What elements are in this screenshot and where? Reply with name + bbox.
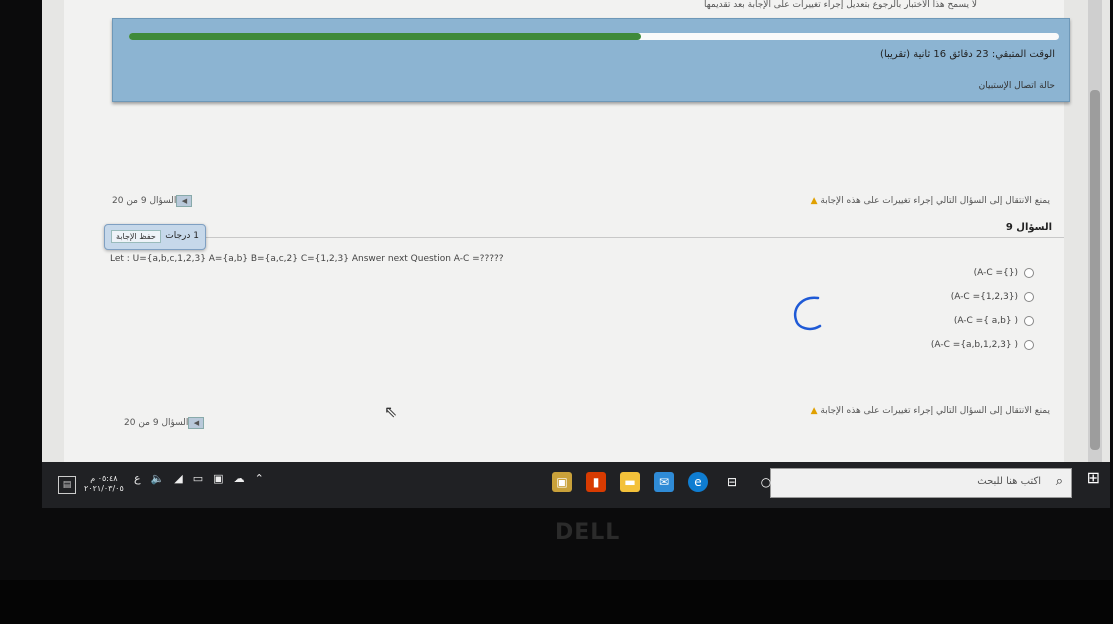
navigation-warning-top: يمنع الانتقال إلى السؤال التالي إجراء تغ… [811, 196, 1050, 206]
edge-browser-icon[interactable]: e [688, 472, 708, 492]
option-2[interactable]: (A-C ={1,2,3}) [951, 292, 1034, 302]
volume-icon[interactable]: 🔈 [151, 472, 165, 485]
quiz-page: لا يسمح هذا الاختبار بالرجوع بتعديل إجرا… [64, 0, 1070, 462]
question-text: Let : U={a,b,c,1,2,3} A={a,b} B={a,c,2} … [110, 254, 504, 264]
option-label: (A-C ={a,b,1,2,3} ) [930, 340, 1018, 350]
question-counter-text: السؤال 9 من 20 [124, 418, 189, 428]
question-heading: السؤال 9 [1005, 222, 1052, 233]
windows-start-icon[interactable]: ⊞ [1087, 468, 1100, 487]
clock-date: ٢٠٢١/٠٣/٠٥ [84, 484, 124, 493]
radio-icon[interactable] [1024, 292, 1034, 302]
battery-icon[interactable]: ▭ [193, 472, 203, 485]
mail-icon[interactable]: ✉ [654, 472, 674, 492]
timer-panel: الوقت المتبقي: 23 دقائق 16 ثانية (تقريبا… [112, 18, 1070, 102]
question-counter-top: ◀السؤال 9 من 20 [112, 195, 196, 207]
monitor-screen: لا يسمح هذا الاختبار بالرجوع بتعديل إجرا… [42, 0, 1110, 508]
taskbar-apps: ▣ ▮ ▬ ✉ e ⊟ ○ [552, 472, 776, 492]
search-placeholder: اكتب هنا للبحث [977, 476, 1041, 487]
search-icon: ⌕ [1055, 474, 1063, 489]
option-1[interactable]: (A-C ={}) [974, 268, 1034, 278]
warning-text: يمنع الانتقال إلى السؤال التالي إجراء تغ… [820, 196, 1050, 206]
option-label: (A-C ={1,2,3}) [950, 292, 1018, 302]
store-icon[interactable]: ▣ [552, 472, 572, 492]
task-view-icon[interactable]: ⊟ [722, 472, 742, 492]
radio-icon[interactable] [1024, 268, 1034, 278]
taskbar-clock[interactable]: ٠٥:٤٨ م ٢٠٢١/٠٣/٠٥ [84, 474, 124, 494]
time-remaining: الوقت المتبقي: 23 دقائق 16 ثانية (تقريبا… [880, 49, 1055, 60]
taskbar: ⊞ ⌕ اكتب هنا للبحث ▣ ▮ ▬ ✉ e ⊟ ○ ▤ ٠٥:٤٨… [42, 462, 1110, 508]
save-answer-button[interactable]: حفظ الإجابة [111, 230, 161, 243]
browser-window: لا يسمح هذا الاختبار بالرجوع بتعديل إجرا… [42, 0, 1110, 462]
time-progress-bar [129, 33, 1059, 40]
dell-logo: DELL [555, 520, 621, 545]
question-counter-text: السؤال 9 من 20 [112, 196, 177, 206]
points-label: 1 درجات [165, 231, 199, 241]
wifi-icon[interactable]: ◢ [174, 472, 182, 485]
meet-now-icon[interactable]: ▣ [213, 472, 223, 485]
office-icon[interactable]: ▮ [586, 472, 606, 492]
laptop-bezel [0, 580, 1113, 624]
notifications-icon[interactable]: ▤ [58, 476, 76, 494]
system-tray: ع 🔈 ◢ ▭ ▣ ☁ ⌃ [134, 472, 264, 485]
option-4[interactable]: (A-C ={a,b,1,2,3} ) [931, 340, 1034, 350]
option-label: (A-C ={ a,b} ) [953, 316, 1018, 326]
radio-icon[interactable] [1024, 316, 1034, 326]
warning-text: يمنع الانتقال إلى السؤال التالي إجراء تغ… [820, 406, 1050, 416]
warning-icon: ▲ [810, 406, 818, 416]
warning-icon: ▲ [810, 196, 818, 206]
navigation-warning-bottom: يمنع الانتقال إلى السؤال التالي إجراء تغ… [811, 406, 1050, 416]
prev-question-icon[interactable]: ◀ [176, 195, 193, 207]
radio-icon[interactable] [1024, 340, 1034, 350]
option-label: (A-C ={}) [973, 268, 1018, 278]
clock-time: ٠٥:٤٨ م [90, 474, 118, 483]
time-progress-fill [129, 33, 641, 40]
handwritten-c-mark [793, 296, 822, 331]
taskbar-search-box[interactable]: ⌕ اكتب هنا للبحث [770, 468, 1072, 498]
scrollbar-thumb[interactable] [1090, 90, 1100, 450]
scrollbar[interactable] [1088, 0, 1102, 462]
onedrive-icon[interactable]: ☁ [234, 472, 245, 485]
question-counter-bottom: ◀السؤال 9 من 20 [124, 417, 208, 429]
divider [124, 237, 1064, 238]
top-note: لا يسمح هذا الاختبار بالرجوع بتعديل إجرا… [704, 0, 978, 10]
input-language[interactable]: ع [134, 472, 141, 485]
option-3[interactable]: (A-C ={ a,b} ) [954, 316, 1034, 326]
chevron-up-icon[interactable]: ⌃ [255, 472, 264, 485]
file-explorer-icon[interactable]: ▬ [620, 472, 640, 492]
connection-status-link[interactable]: حالة اتصال الإستبيان [979, 81, 1055, 91]
cortana-icon[interactable]: ○ [756, 472, 776, 492]
mouse-cursor-icon: ⇖ [384, 402, 398, 421]
prev-question-icon[interactable]: ◀ [188, 417, 205, 429]
points-box: حفظ الإجابة 1 درجات [104, 224, 206, 250]
